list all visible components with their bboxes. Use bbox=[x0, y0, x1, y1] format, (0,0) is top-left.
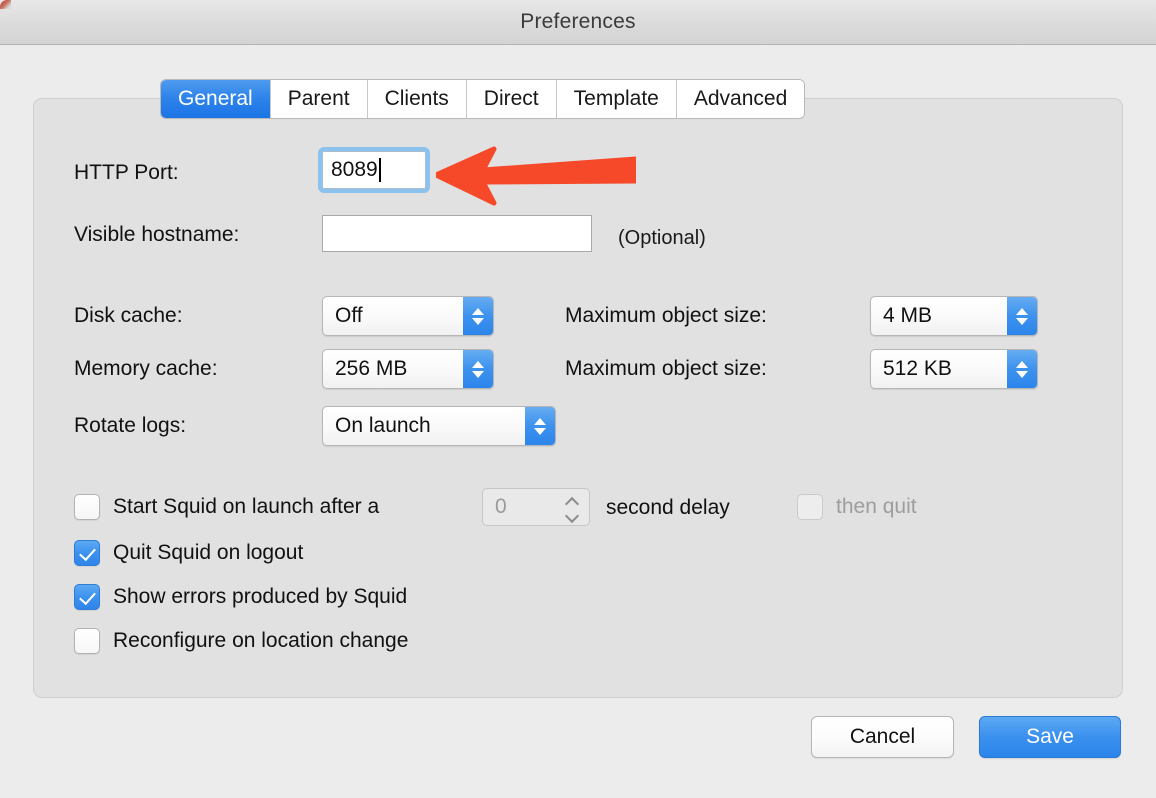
visible-hostname-label: Visible hostname: bbox=[74, 223, 240, 246]
tab-general-label: General bbox=[178, 87, 253, 110]
cancel-button-label: Cancel bbox=[849, 725, 916, 748]
start-delay-stepper: 0 bbox=[482, 488, 590, 526]
chevron-down-icon bbox=[472, 370, 484, 378]
start-on-launch-checkbox-row[interactable]: Start Squid on launch after a bbox=[74, 494, 379, 520]
disk-max-object-size-label: Maximum object size: bbox=[565, 304, 767, 327]
memory-cache-label: Memory cache: bbox=[74, 357, 218, 380]
disk-cache-value: Off bbox=[335, 304, 363, 327]
chevron-up-icon bbox=[534, 417, 546, 425]
quit-on-logout-checkbox-row[interactable]: Quit Squid on logout bbox=[74, 540, 303, 566]
disk-cache-select[interactable]: Off bbox=[322, 296, 494, 336]
disk-max-object-size-select[interactable]: 4 MB bbox=[870, 296, 1038, 336]
start-delay-suffix-label: second delay bbox=[606, 496, 730, 519]
window-corner-artifact bbox=[0, 0, 11, 9]
start-delay-value: 0 bbox=[495, 495, 507, 518]
window-titlebar: Preferences bbox=[0, 0, 1156, 45]
cancel-button[interactable]: Cancel bbox=[811, 716, 954, 758]
rotate-logs-row: Rotate logs: bbox=[74, 414, 186, 438]
quit-on-logout-label: Quit Squid on logout bbox=[113, 541, 304, 564]
then-quit-checkbox-row: then quit bbox=[797, 494, 917, 520]
chevron-down-icon bbox=[1016, 317, 1028, 325]
disk-cache-label: Disk cache: bbox=[74, 304, 183, 327]
memory-cache-row: Memory cache: bbox=[74, 357, 218, 381]
tab-direct[interactable]: Direct bbox=[465, 80, 556, 118]
tab-direct-label: Direct bbox=[483, 87, 539, 110]
visible-hostname-row: Visible hostname: bbox=[74, 223, 319, 247]
http-port-value: 8089 bbox=[331, 158, 378, 181]
tab-template-label: Template bbox=[573, 87, 659, 110]
memory-max-object-size-value: 512 KB bbox=[883, 357, 952, 380]
http-port-row: HTTP Port: bbox=[74, 161, 319, 185]
memory-cache-value: 256 MB bbox=[335, 357, 408, 380]
chevron-up-icon bbox=[1016, 360, 1028, 368]
tab-parent-label: Parent bbox=[287, 87, 350, 110]
chevron-down-icon bbox=[566, 509, 579, 517]
chevron-up-icon bbox=[1016, 307, 1028, 315]
chevron-up-icon bbox=[472, 360, 484, 368]
tab-general[interactable]: General bbox=[161, 80, 270, 118]
chevron-updown-icon[interactable] bbox=[1007, 297, 1037, 335]
quit-on-logout-checkbox[interactable] bbox=[74, 540, 100, 566]
tab-advanced[interactable]: Advanced bbox=[675, 80, 805, 118]
show-errors-checkbox-row[interactable]: Show errors produced by Squid bbox=[74, 584, 407, 610]
preferences-window: Preferences General Parent Clients Direc… bbox=[0, 0, 1156, 798]
chevron-updown-icon[interactable] bbox=[1007, 350, 1037, 388]
reconfigure-checkbox-row[interactable]: Reconfigure on location change bbox=[74, 628, 408, 654]
preferences-tabbar[interactable]: General Parent Clients Direct Template A… bbox=[161, 80, 805, 118]
chevron-down-icon bbox=[1016, 370, 1028, 378]
show-errors-label: Show errors produced by Squid bbox=[113, 585, 408, 608]
save-button[interactable]: Save bbox=[979, 716, 1121, 758]
then-quit-checkbox bbox=[797, 494, 823, 520]
tab-clients-label: Clients bbox=[384, 87, 449, 110]
memory-cache-select[interactable]: 256 MB bbox=[322, 349, 494, 389]
reconfigure-checkbox[interactable] bbox=[74, 628, 100, 654]
visible-hostname-hint: (Optional) bbox=[618, 227, 706, 249]
start-on-launch-label: Start Squid on launch after a bbox=[113, 495, 380, 518]
show-errors-checkbox[interactable] bbox=[74, 584, 100, 610]
disk-max-object-size-row: Maximum object size: bbox=[565, 304, 767, 328]
chevron-up-icon bbox=[566, 497, 579, 505]
visible-hostname-input[interactable] bbox=[322, 215, 592, 252]
disk-cache-row: Disk cache: bbox=[74, 304, 183, 328]
rotate-logs-select[interactable]: On launch bbox=[322, 406, 556, 446]
tab-parent[interactable]: Parent bbox=[269, 80, 367, 118]
http-port-label: HTTP Port: bbox=[74, 161, 179, 184]
reconfigure-label: Reconfigure on location change bbox=[113, 629, 409, 652]
stepper-chevrons-icon bbox=[566, 489, 579, 525]
chevron-updown-icon[interactable] bbox=[463, 350, 493, 388]
tab-advanced-label: Advanced bbox=[693, 87, 788, 110]
tab-template[interactable]: Template bbox=[555, 80, 676, 118]
disk-max-object-size-value: 4 MB bbox=[883, 304, 933, 327]
memory-max-object-size-select[interactable]: 512 KB bbox=[870, 349, 1038, 389]
chevron-updown-icon[interactable] bbox=[525, 407, 555, 445]
rotate-logs-value: On launch bbox=[335, 414, 431, 437]
memory-max-object-size-label: Maximum object size: bbox=[565, 357, 767, 380]
save-button-label: Save bbox=[1026, 725, 1074, 748]
rotate-logs-label: Rotate logs: bbox=[74, 414, 187, 437]
start-on-launch-checkbox[interactable] bbox=[74, 494, 100, 520]
chevron-up-icon bbox=[472, 307, 484, 315]
chevron-down-icon bbox=[472, 317, 484, 325]
chevron-down-icon bbox=[534, 427, 546, 435]
http-port-input[interactable]: 8089 bbox=[318, 147, 430, 193]
window-title: Preferences bbox=[520, 10, 636, 33]
memory-max-object-size-row: Maximum object size: bbox=[565, 357, 767, 381]
text-caret bbox=[378, 158, 381, 182]
tab-clients[interactable]: Clients bbox=[366, 80, 466, 118]
chevron-updown-icon[interactable] bbox=[463, 297, 493, 335]
then-quit-label: then quit bbox=[836, 495, 917, 518]
